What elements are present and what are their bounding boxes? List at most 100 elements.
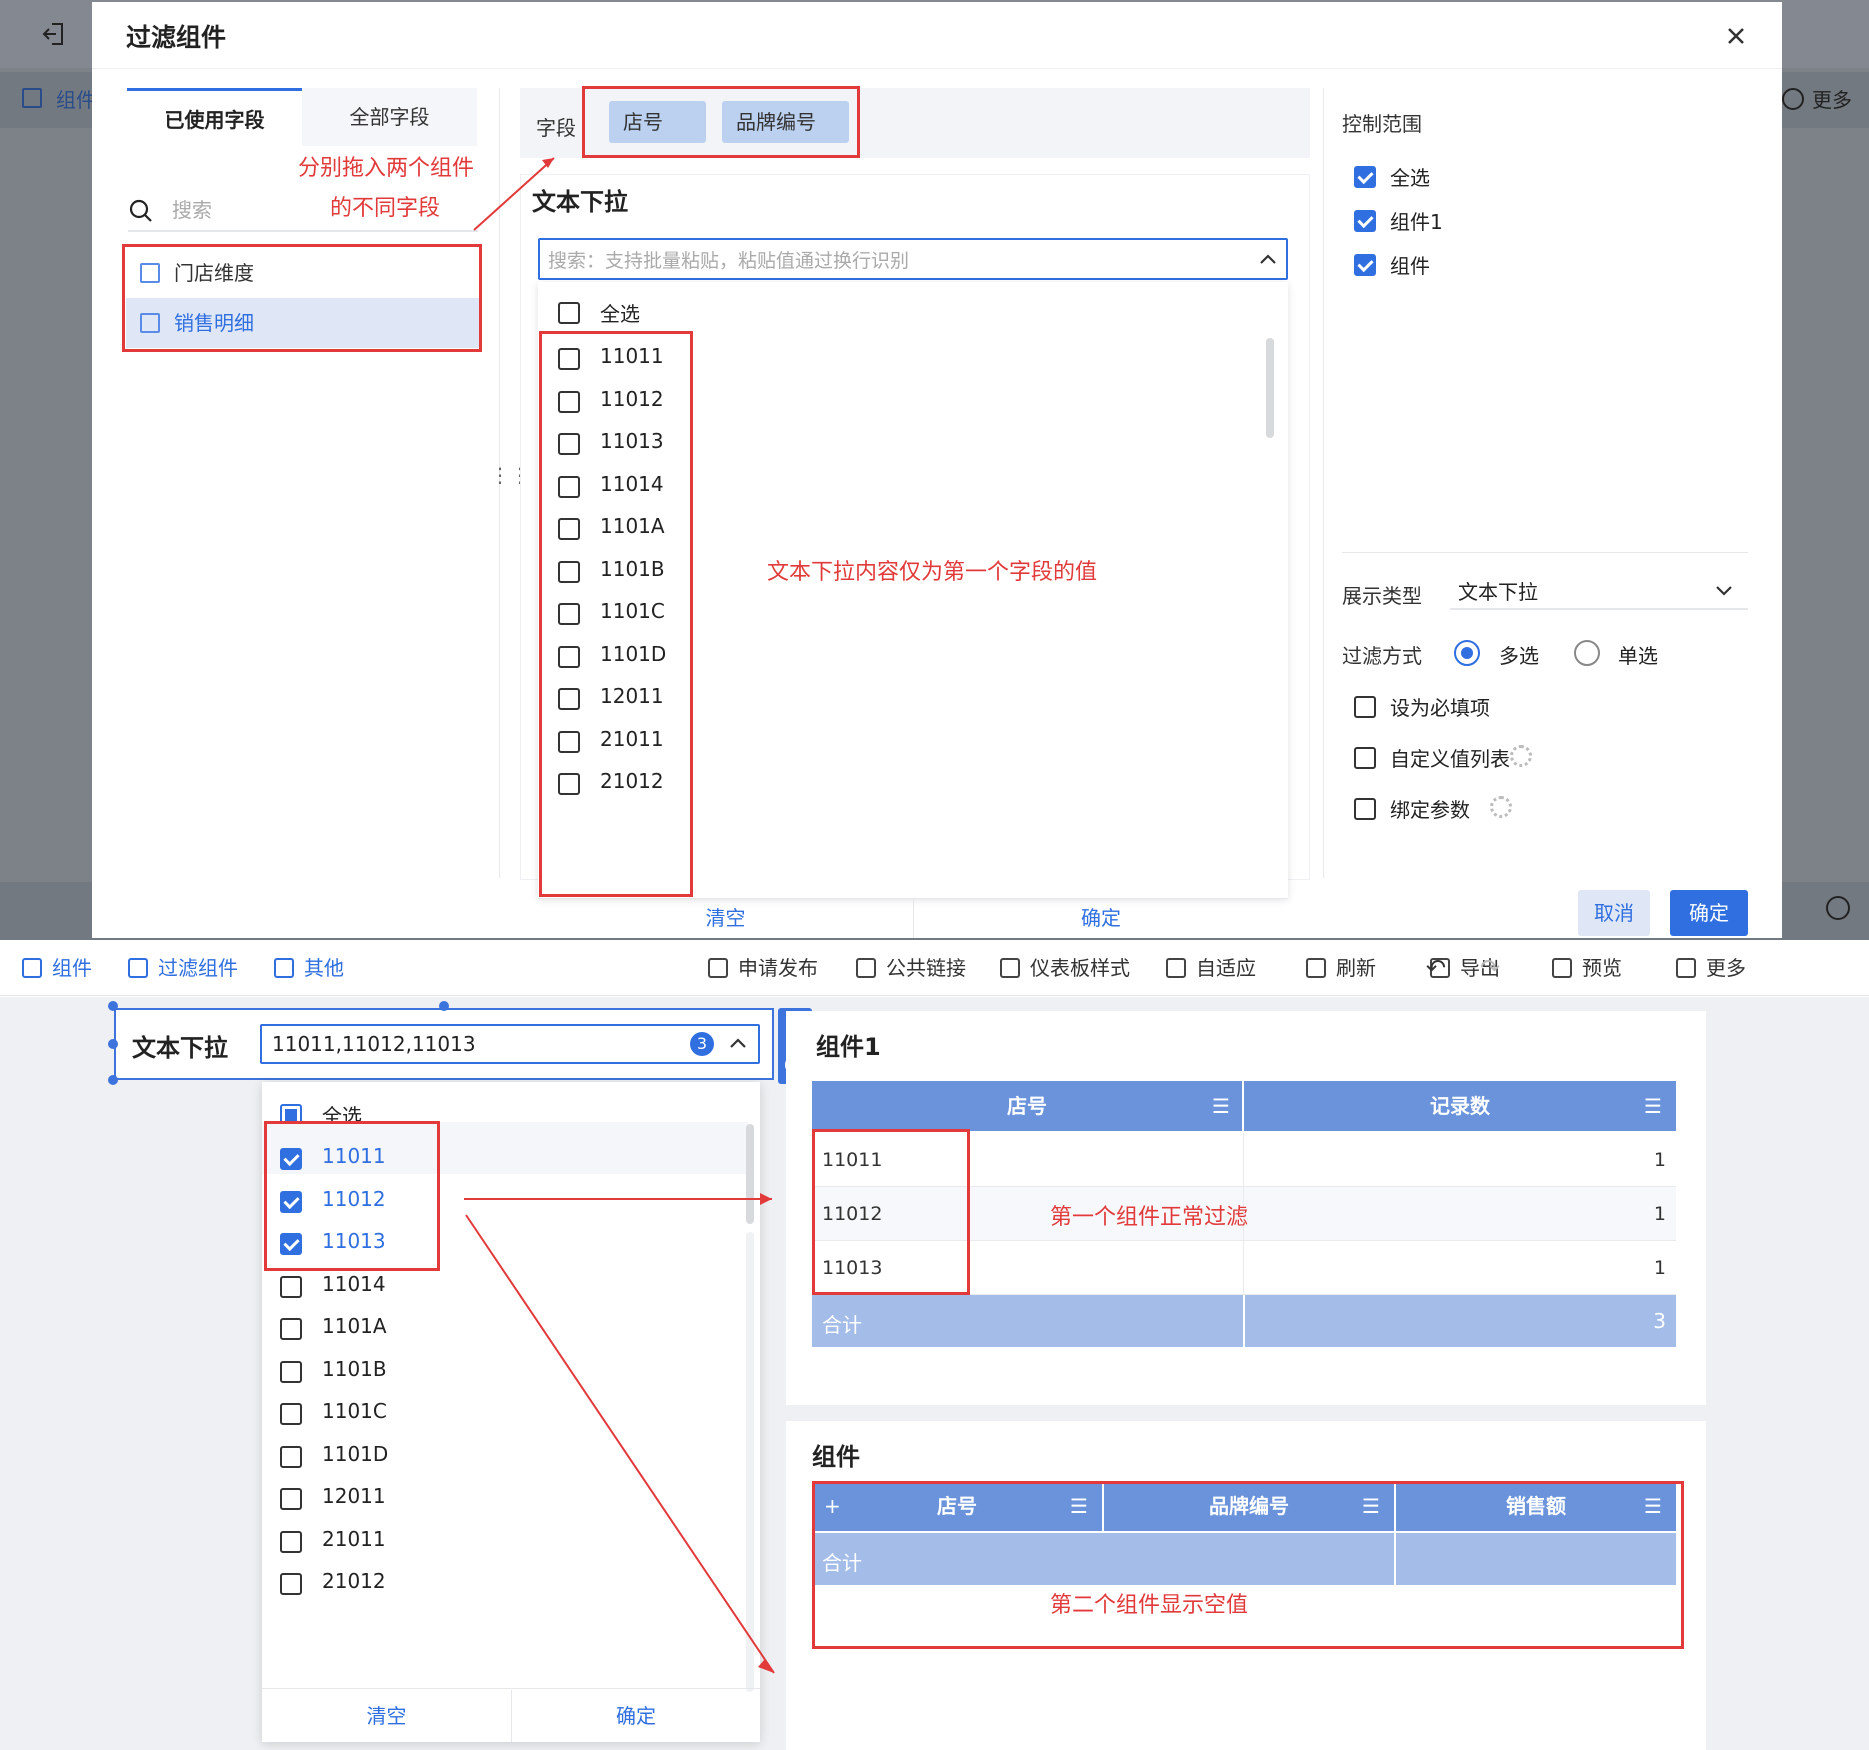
toolbar-item-label: 更多 — [1706, 956, 1746, 980]
search-icon — [129, 199, 152, 222]
filter-component-dialog: 过滤组件 已使用字段 全部字段 搜索 门店维度 销售明细 分别拖入两个组件 的不… — [92, 2, 1782, 938]
dropdown-search-input[interactable]: 搜索：支持批量粘贴，粘贴值通过换行识别 — [538, 238, 1288, 280]
column-divider — [1243, 1295, 1245, 1347]
toolbar-item-label: 自适应 — [1196, 956, 1256, 980]
option-checkbox[interactable] — [1354, 747, 1376, 769]
annotation-arrows-dashboard — [464, 1193, 775, 1674]
chevron-up-icon[interactable] — [728, 1034, 748, 1054]
resize-handle[interactable] — [108, 1039, 118, 1049]
control-range-checkbox[interactable] — [1354, 210, 1376, 232]
option-checkbox[interactable] — [280, 1275, 302, 1298]
widget1-title: 组件1 — [816, 1033, 881, 1061]
dropdown-footer-divider — [262, 1688, 760, 1689]
option-label: 21012 — [322, 1569, 386, 1593]
toolbar-left-item[interactable]: 其他 — [274, 940, 344, 996]
selected-count-badge: 3 — [690, 1032, 714, 1056]
resize-handle[interactable] — [108, 1075, 118, 1085]
resize-handle[interactable] — [439, 1001, 449, 1011]
toolbar-item-label: 组件 — [52, 956, 92, 980]
toolbar-right-item[interactable]: 仪表板样式 — [1000, 940, 1130, 996]
option-checkbox[interactable] — [280, 1318, 302, 1340]
close-icon[interactable] — [1720, 20, 1752, 52]
chevron-up-icon[interactable] — [1258, 250, 1278, 270]
toolbar-item-label: 过滤组件 — [158, 956, 238, 980]
option-checkbox[interactable] — [280, 1488, 302, 1510]
toolbar-right-item[interactable]: 刷新 — [1306, 940, 1376, 996]
widget1-col-count[interactable]: 记录数 ☰ — [1244, 1081, 1676, 1131]
radio-multi[interactable] — [1454, 640, 1480, 666]
tab-all-fields[interactable]: 全部字段 — [302, 88, 477, 146]
toolbar-left-item[interactable]: 过滤组件 — [128, 940, 238, 996]
option-label: 12011 — [322, 1484, 386, 1508]
annotation-box-options — [539, 331, 693, 897]
dropdown-confirm-button[interactable]: 确定 — [914, 898, 1288, 938]
exit-icon[interactable] — [40, 20, 68, 48]
filter-widget-value: 11011,11012,11013 — [272, 1032, 476, 1056]
annotation-box-selected — [264, 1121, 440, 1271]
filter-widget[interactable]: 文本下拉 11011,11012,11013 3 — [114, 1008, 774, 1080]
component-icon — [22, 88, 42, 108]
filter-widget-input[interactable]: 11011,11012,11013 3 — [260, 1024, 760, 1064]
option-checkbox[interactable] — [1354, 696, 1376, 718]
dropdown-clear-button[interactable]: 清空 — [538, 898, 913, 938]
cancel-button[interactable]: 取消 — [1578, 890, 1650, 936]
annotation-box-widget2 — [812, 1481, 1684, 1649]
radio-single[interactable] — [1574, 640, 1600, 666]
resize-handle[interactable] — [108, 1001, 118, 1011]
annotation-box-datasets — [122, 244, 482, 352]
option-checkbox[interactable] — [280, 1530, 302, 1553]
option-checkbox-label: 自定义值列表 — [1390, 747, 1510, 771]
toolbar-right-item[interactable]: 预览 — [1552, 940, 1622, 996]
settings-divider — [1342, 552, 1748, 553]
toolbar-item-label: 仪表板样式 — [1030, 956, 1130, 980]
dropdown-placeholder: 搜索：支持批量粘贴，粘贴值通过换行识别 — [548, 250, 910, 272]
toolbar-right-item[interactable]: 自适应 — [1166, 940, 1256, 996]
tab-used-fields[interactable]: 已使用字段 — [127, 88, 302, 146]
toolbar-item-label: 其他 — [304, 956, 344, 980]
total-label: 合计 — [822, 1313, 862, 1337]
total-value: 3 — [1653, 1309, 1666, 1333]
display-type-value: 文本下拉 — [1458, 580, 1538, 604]
control-range-title: 控制范围 — [1342, 112, 1422, 136]
option-checkbox[interactable] — [280, 1360, 302, 1383]
redo-icon[interactable]: ↷ — [1480, 940, 1500, 996]
collapse-icon[interactable] — [1826, 896, 1850, 920]
option-label: 1101A — [322, 1314, 387, 1338]
toolbar-left-item[interactable]: 组件 — [22, 940, 92, 996]
toolbar-item-label: 刷新 — [1336, 956, 1376, 980]
row-count: 1 — [1653, 1257, 1666, 1279]
column-divider — [1243, 1133, 1244, 1187]
control-range-checkbox[interactable] — [1354, 166, 1376, 188]
option-checkbox[interactable] — [280, 1403, 302, 1425]
ghost-toolbar-left: 组件 — [56, 88, 96, 112]
control-range-label: 组件 — [1390, 254, 1430, 278]
ok-button[interactable]: 确定 — [1670, 890, 1748, 936]
gear-icon[interactable] — [1490, 796, 1512, 818]
select-all-checkbox[interactable] — [558, 302, 580, 324]
filter-clear-button[interactable]: 清空 — [262, 1690, 511, 1742]
control-range-checkbox[interactable] — [1354, 254, 1376, 276]
radio-dot — [1461, 647, 1473, 659]
filter-confirm-button[interactable]: 确定 — [512, 1690, 760, 1742]
annotation-second-widget: 第二个组件显示空值 — [1050, 1593, 1249, 1618]
sort-icon[interactable]: ☰ — [1212, 1081, 1230, 1131]
preview-icon — [1552, 958, 1572, 978]
option-checkbox[interactable] — [280, 1445, 302, 1468]
toolbar-right-item[interactable]: 公共链接 — [856, 940, 966, 996]
scrollbar-thumb[interactable] — [1266, 338, 1274, 438]
toolbar-right-item[interactable]: 更多 — [1676, 940, 1746, 996]
undo-icon[interactable]: ↶ — [1426, 940, 1446, 996]
link-icon — [856, 958, 876, 978]
filter-mode-label: 过滤方式 — [1342, 644, 1422, 668]
header-divider — [92, 68, 1782, 69]
sort-icon[interactable]: ☰ — [1644, 1081, 1662, 1131]
toolbar-item-label: 公共链接 — [886, 956, 966, 980]
dashboard-canvas: 文本下拉 11011,11012,11013 3 全选 11011 11012 11… — [0, 997, 1869, 1750]
toolbar-right-item[interactable]: 申请发布 — [708, 940, 818, 996]
chevron-down-icon — [1716, 586, 1732, 596]
widget1-col-store[interactable]: 店号 ☰ — [812, 1081, 1242, 1131]
display-type-select[interactable]: 文本下拉 — [1450, 568, 1748, 610]
option-checkbox[interactable] — [280, 1573, 302, 1595]
option-checkbox[interactable] — [1354, 798, 1376, 820]
gear-icon[interactable] — [1510, 745, 1532, 767]
